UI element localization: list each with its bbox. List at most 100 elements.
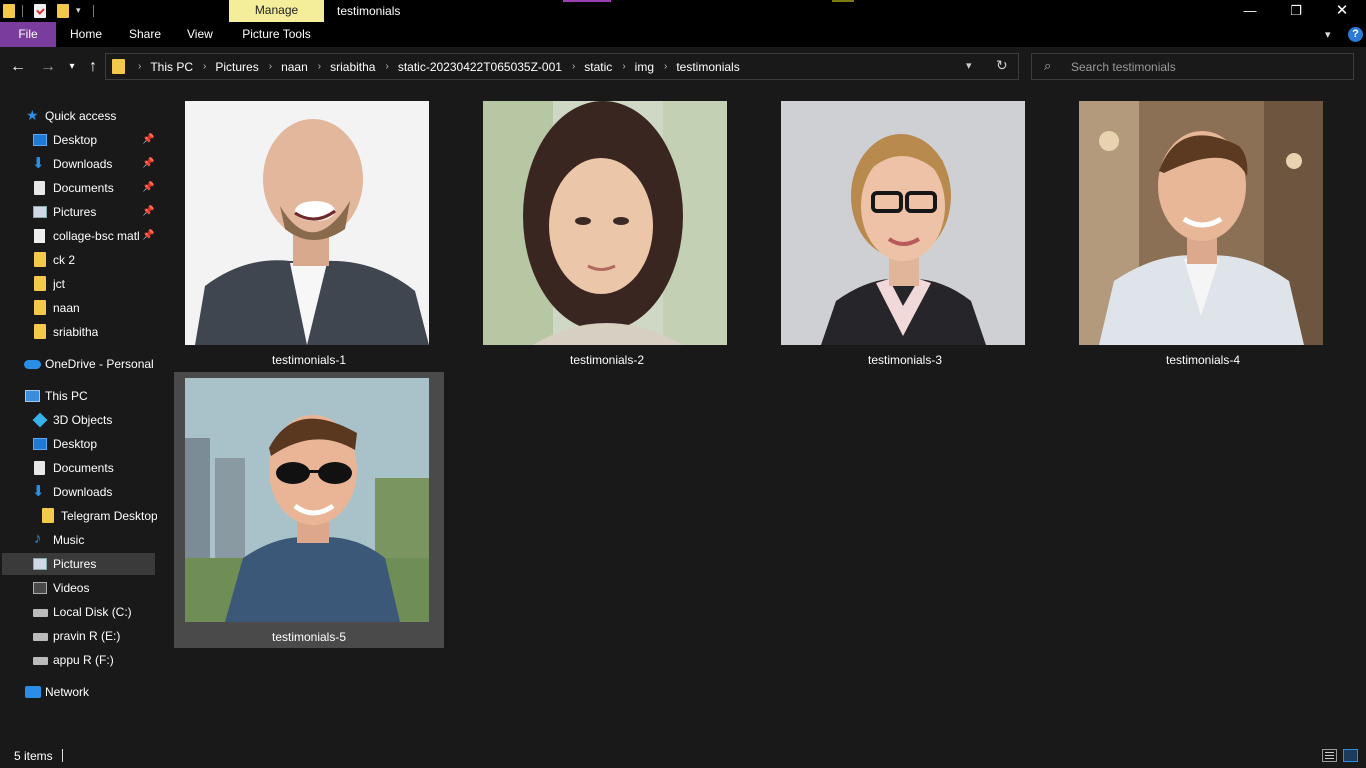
download-icon: ⬇ — [32, 155, 45, 172]
sidebar-item-local-disk-c[interactable]: Local Disk (C:) — [2, 601, 155, 623]
sidebar-item-pc-documents[interactable]: Documents — [2, 457, 155, 479]
file-tile[interactable]: testimonials-4 — [1068, 87, 1338, 367]
sidebar-item-label: OneDrive - Personal — [45, 357, 154, 371]
pin-icon[interactable]: 📌 — [142, 182, 154, 193]
star-icon: ★ — [26, 107, 39, 123]
sidebar-item-pc-desktop[interactable]: Desktop — [2, 433, 155, 455]
sidebar-item-downloads[interactable]: ⬇ Downloads 📌 — [2, 153, 155, 175]
pin-icon[interactable]: 📌 — [142, 206, 154, 217]
folder-icon — [34, 276, 46, 291]
sidebar-item-desktop[interactable]: Desktop 📌 — [2, 129, 155, 151]
chevron-right-icon[interactable]: › — [622, 61, 625, 72]
maximize-button[interactable]: ❐ — [1273, 0, 1319, 22]
breadcrumb-sriabitha[interactable]: sriabitha — [330, 60, 375, 74]
forward-button[interactable]: → — [38, 57, 58, 77]
download-icon: ⬇ — [32, 483, 45, 500]
sidebar-item-label: Network — [45, 685, 90, 699]
chevron-down-icon[interactable]: ▾ — [76, 6, 85, 15]
drive-icon — [33, 633, 48, 641]
refresh-icon[interactable]: ↻ — [996, 57, 1008, 74]
details-view-button[interactable] — [1322, 749, 1337, 762]
breadcrumb-this-pc[interactable]: This PC — [150, 60, 193, 74]
sidebar-item-documents[interactable]: Documents 📌 — [2, 177, 155, 199]
help-button[interactable]: ? — [1348, 27, 1363, 42]
tab-file[interactable]: File — [0, 22, 56, 47]
tab-manage[interactable]: Manage — [229, 0, 324, 22]
chevron-right-icon[interactable]: › — [269, 61, 272, 72]
breadcrumb-pictures[interactable]: Pictures — [215, 60, 258, 74]
file-tile[interactable]: testimonials-5 — [174, 372, 444, 648]
tab-home[interactable]: Home — [70, 22, 102, 47]
sidebar-item-label: Music — [53, 533, 85, 547]
new-folder-icon[interactable] — [57, 4, 69, 18]
chevron-right-icon[interactable]: › — [203, 61, 206, 72]
sidebar-item-pc-downloads[interactable]: ⬇ Downloads — [2, 481, 155, 503]
file-tile[interactable]: testimonials-1 — [174, 87, 444, 367]
minimize-button[interactable]: — — [1227, 0, 1273, 22]
pin-icon[interactable]: 📌 — [142, 230, 154, 241]
sidebar-item-label: Local Disk (C:) — [53, 605, 132, 619]
sidebar-item-label: Pictures — [53, 205, 97, 219]
folder-icon — [34, 324, 46, 339]
close-button[interactable]: ✕ — [1319, 0, 1365, 22]
sidebar-item-jct[interactable]: jct — [2, 273, 155, 295]
search-box[interactable]: ⌕ — [1031, 53, 1354, 80]
tab-view[interactable]: View — [187, 22, 213, 47]
sidebar-item-pictures[interactable]: Pictures 📌 — [2, 201, 155, 223]
file-tile[interactable]: testimonials-3 — [770, 87, 1040, 367]
breadcrumb-testimonials[interactable]: testimonials — [676, 60, 739, 74]
chevron-right-icon[interactable]: › — [138, 61, 141, 72]
properties-icon[interactable] — [34, 4, 46, 18]
sidebar-item-3d-objects[interactable]: 3D Objects — [2, 409, 155, 431]
expand-ribbon-icon[interactable]: ▾ — [1325, 28, 1331, 41]
tab-picture-tools[interactable]: Picture Tools — [229, 22, 324, 47]
sidebar-item-label: appu R (F:) — [53, 653, 114, 667]
file-name: testimonials-5 — [271, 630, 347, 644]
pin-icon[interactable]: 📌 — [142, 134, 154, 145]
sidebar-item-drive-e[interactable]: pravin R (E:) — [2, 625, 155, 647]
image-thumbnail — [185, 101, 429, 345]
chevron-right-icon[interactable]: › — [664, 61, 667, 72]
sidebar-item-collage[interactable]: collage-bsc matl 📌 — [2, 225, 155, 247]
sidebar-item-drive-f[interactable]: appu R (F:) — [2, 649, 155, 671]
sidebar-item-pc-pictures[interactable]: Pictures — [2, 553, 155, 575]
sidebar-item-label: naan — [53, 301, 80, 315]
sidebar-item-onedrive[interactable]: OneDrive - Personal — [2, 353, 155, 375]
back-button[interactable]: ← — [8, 57, 28, 77]
up-button[interactable]: ↑ — [83, 57, 103, 77]
breadcrumb-static[interactable]: static — [584, 60, 612, 74]
sidebar-item-telegram-desktop[interactable]: Telegram Desktop — [2, 505, 157, 527]
pin-icon[interactable]: 📌 — [142, 158, 154, 169]
sidebar-item-this-pc[interactable]: This PC — [2, 385, 155, 407]
breadcrumb: › This PC › Pictures › naan › sriabitha … — [128, 54, 740, 79]
sidebar-item-naan[interactable]: naan — [2, 297, 155, 319]
chevron-right-icon[interactable]: › — [385, 61, 388, 72]
sidebar-item-sriabitha[interactable]: sriabitha — [2, 321, 155, 343]
chevron-right-icon[interactable]: › — [318, 61, 321, 72]
sidebar-item-label: 3D Objects — [53, 413, 113, 427]
sidebar-item-videos[interactable]: Videos — [2, 577, 155, 599]
sidebar-item-quick-access[interactable]: ★ Quick access — [2, 105, 155, 127]
recent-locations-button[interactable]: ▾ — [62, 57, 82, 77]
breadcrumb-naan[interactable]: naan — [281, 60, 308, 74]
chevron-down-icon[interactable]: ▾ — [966, 59, 972, 72]
tab-share[interactable]: Share — [129, 22, 161, 47]
search-input[interactable] — [1071, 54, 1341, 79]
sidebar-item-label: ck 2 — [53, 253, 76, 267]
large-icons-view-button[interactable] — [1343, 749, 1358, 762]
title-accent — [832, 0, 854, 2]
sidebar-item-music[interactable]: ♪ Music — [2, 529, 155, 551]
file-view: testimonials-1 testimonials-2 testimonia… — [157, 87, 1366, 744]
breadcrumb-static-archive[interactable]: static-20230422T065035Z-001 — [398, 60, 562, 74]
status-bar: 5 items — [0, 744, 1366, 768]
file-tile[interactable]: testimonials-2 — [472, 87, 742, 367]
sidebar-item-label: collage-bsc matl — [53, 229, 140, 243]
sidebar-item-ck2[interactable]: ck 2 — [2, 249, 155, 271]
address-bar[interactable]: › This PC › Pictures › naan › sriabitha … — [105, 53, 1019, 80]
chevron-right-icon[interactable]: › — [572, 61, 575, 72]
breadcrumb-img[interactable]: img — [635, 60, 654, 74]
documents-icon — [34, 461, 45, 475]
video-icon — [33, 582, 47, 594]
divider — [93, 5, 94, 17]
sidebar-item-network[interactable]: Network — [2, 681, 155, 703]
